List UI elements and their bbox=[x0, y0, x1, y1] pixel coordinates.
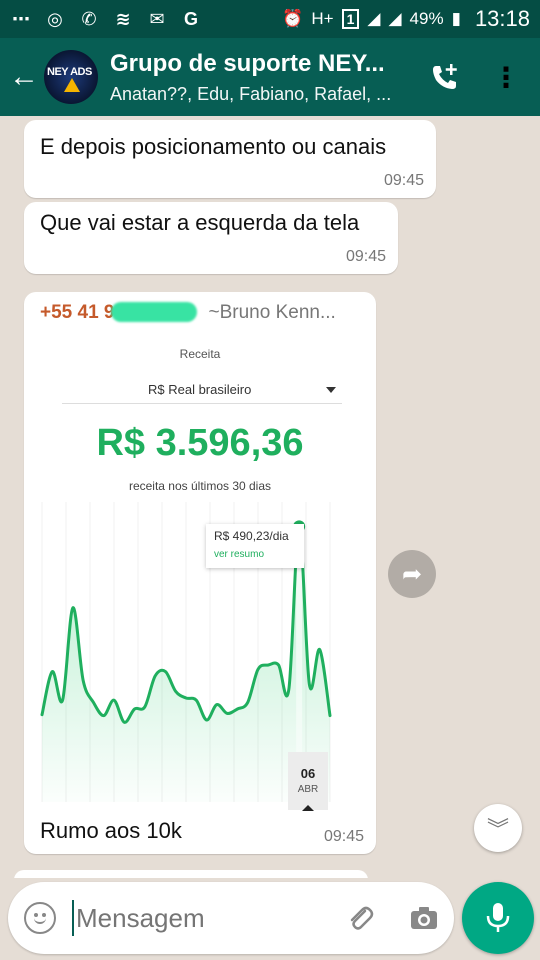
avatar-logo-text: NEY ADS bbox=[47, 66, 92, 78]
more-vertical-icon: ⋮ bbox=[492, 61, 520, 93]
selected-day-label: 06 ABR bbox=[288, 752, 328, 811]
sender-row: +55 41 9 ~Bruno Kenn... bbox=[40, 302, 362, 324]
chat-info[interactable]: Grupo de suporte NEY... Anatan??, Edu, F… bbox=[110, 50, 410, 105]
avatar-logo-triangle bbox=[64, 78, 80, 92]
tooltip-link: ver resumo bbox=[214, 549, 265, 560]
signal-icon-2: ◢ bbox=[388, 9, 402, 28]
alarm-icon: ⏰ bbox=[282, 9, 304, 28]
paperclip-icon bbox=[350, 906, 374, 930]
mail-icon: ✉ bbox=[149, 8, 165, 29]
double-chevron-down-icon: ︾ bbox=[486, 817, 509, 842]
more-options-button[interactable]: ⋮ bbox=[484, 38, 528, 116]
back-button[interactable]: ← bbox=[4, 38, 44, 116]
emoji-button[interactable] bbox=[24, 902, 56, 934]
message-composer bbox=[8, 882, 454, 954]
caret-up-icon bbox=[302, 805, 314, 811]
group-title: Grupo de suporte NEY... bbox=[110, 49, 385, 77]
forward-button[interactable]: ➦ bbox=[388, 550, 436, 598]
network-type: H+ bbox=[311, 9, 334, 28]
sync-icon: ◎ bbox=[47, 8, 63, 29]
message-text: E depois posicionamento ou canais bbox=[40, 134, 387, 159]
selected-day: 06 bbox=[300, 766, 316, 781]
sim-indicator: 1 bbox=[341, 9, 360, 29]
smiley-icon bbox=[34, 918, 46, 924]
image-attachment[interactable]: Receita R$ Real brasileiro R$ 3.596,36 r… bbox=[32, 332, 368, 811]
message-bubble[interactable]: E depois posicionamento ou canais 09:45 bbox=[24, 120, 436, 198]
whatsapp-icon: ✆ bbox=[81, 8, 97, 29]
signal-icon: ◢ bbox=[367, 9, 381, 28]
revenue-chart bbox=[40, 502, 332, 802]
image-message-bubble[interactable]: +55 41 9 ~Bruno Kenn... Receita R$ Real … bbox=[24, 292, 376, 854]
google-icon: G bbox=[183, 8, 198, 29]
status-bar: ⋯ ◎ ✆ ≋ ✉ G ⏰ H+ 1 ◢ ◢ 49% ▮ 13:18 bbox=[0, 0, 540, 38]
attach-button[interactable] bbox=[342, 900, 378, 936]
forward-icon: ➦ bbox=[401, 560, 423, 588]
battery-percent: 49% bbox=[409, 9, 444, 28]
message-input[interactable] bbox=[76, 898, 326, 938]
clock: 13:18 bbox=[474, 6, 530, 31]
sender-phone[interactable]: +55 41 9 bbox=[40, 302, 115, 324]
chat-area[interactable]: E depois posicionamento ou canais 09:45 … bbox=[0, 116, 540, 878]
arrow-left-icon: ← bbox=[9, 60, 39, 93]
message-text: Que vai estar a esquerda da tela bbox=[40, 210, 360, 235]
camera-button[interactable] bbox=[406, 900, 442, 936]
message-bubble[interactable]: Que vai estar a esquerda da tela 09:45 bbox=[24, 202, 398, 274]
selected-month: ABR bbox=[297, 784, 319, 795]
scroll-down-button[interactable]: ︾ bbox=[474, 804, 522, 852]
message-notification-icon: ⋯ bbox=[12, 8, 30, 29]
message-time: 09:45 bbox=[383, 172, 424, 189]
camera-icon bbox=[411, 907, 437, 929]
add-call-icon bbox=[433, 64, 457, 89]
group-members: Anatan??, Edu, Fabiano, Rafael, ... bbox=[110, 83, 392, 104]
sender-alias: ~Bruno Kenn... bbox=[208, 302, 336, 323]
redacted-blur bbox=[110, 302, 197, 322]
group-avatar[interactable]: NEY ADS bbox=[44, 50, 98, 104]
wifi-icon: ≋ bbox=[115, 8, 131, 29]
voice-message-button[interactable] bbox=[462, 882, 534, 954]
image-caption: Rumo aos 10k bbox=[40, 818, 182, 843]
chart-tooltip: R$ 490,23/dia ver resumo bbox=[206, 524, 304, 568]
tooltip-value: R$ 490,23/dia bbox=[214, 529, 289, 543]
message-time: 09:45 bbox=[323, 828, 364, 845]
microphone-icon bbox=[486, 903, 510, 932]
battery-icon: ▮ bbox=[451, 9, 461, 28]
add-call-button[interactable] bbox=[420, 38, 470, 116]
partial-message-bubble bbox=[14, 870, 368, 878]
message-time: 09:45 bbox=[345, 248, 386, 265]
text-cursor bbox=[72, 900, 74, 936]
